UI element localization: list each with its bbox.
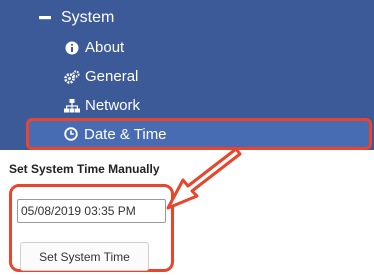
minus-icon <box>37 10 53 26</box>
panel-title: Set System Time Manually <box>9 162 160 176</box>
info-circle-icon <box>64 40 80 56</box>
screen: System About General Network Date & Time… <box>0 0 374 275</box>
sidebar-item-label: General <box>85 68 139 85</box>
clock-icon <box>63 126 79 142</box>
sidebar-item-about[interactable]: About <box>0 33 374 62</box>
sidebar-section-system[interactable]: System <box>0 3 374 32</box>
sidebar-item-date-time[interactable]: Date & Time <box>26 118 372 150</box>
sidebar-nav: System About General Network Date & Time <box>0 0 374 150</box>
sidebar-item-label: Date & Time <box>84 125 167 143</box>
sidebar-item-label: Network <box>85 97 141 114</box>
datetime-input[interactable] <box>17 199 166 223</box>
sitemap-icon <box>64 98 80 114</box>
sidebar-item-general[interactable]: General <box>0 62 374 91</box>
sidebar-item-network[interactable]: Network <box>0 91 374 120</box>
set-system-time-button[interactable]: Set System Time <box>20 242 149 271</box>
sidebar-item-label: About <box>85 39 125 56</box>
sidebar-section-label: System <box>61 8 115 26</box>
gears-icon <box>64 69 80 85</box>
